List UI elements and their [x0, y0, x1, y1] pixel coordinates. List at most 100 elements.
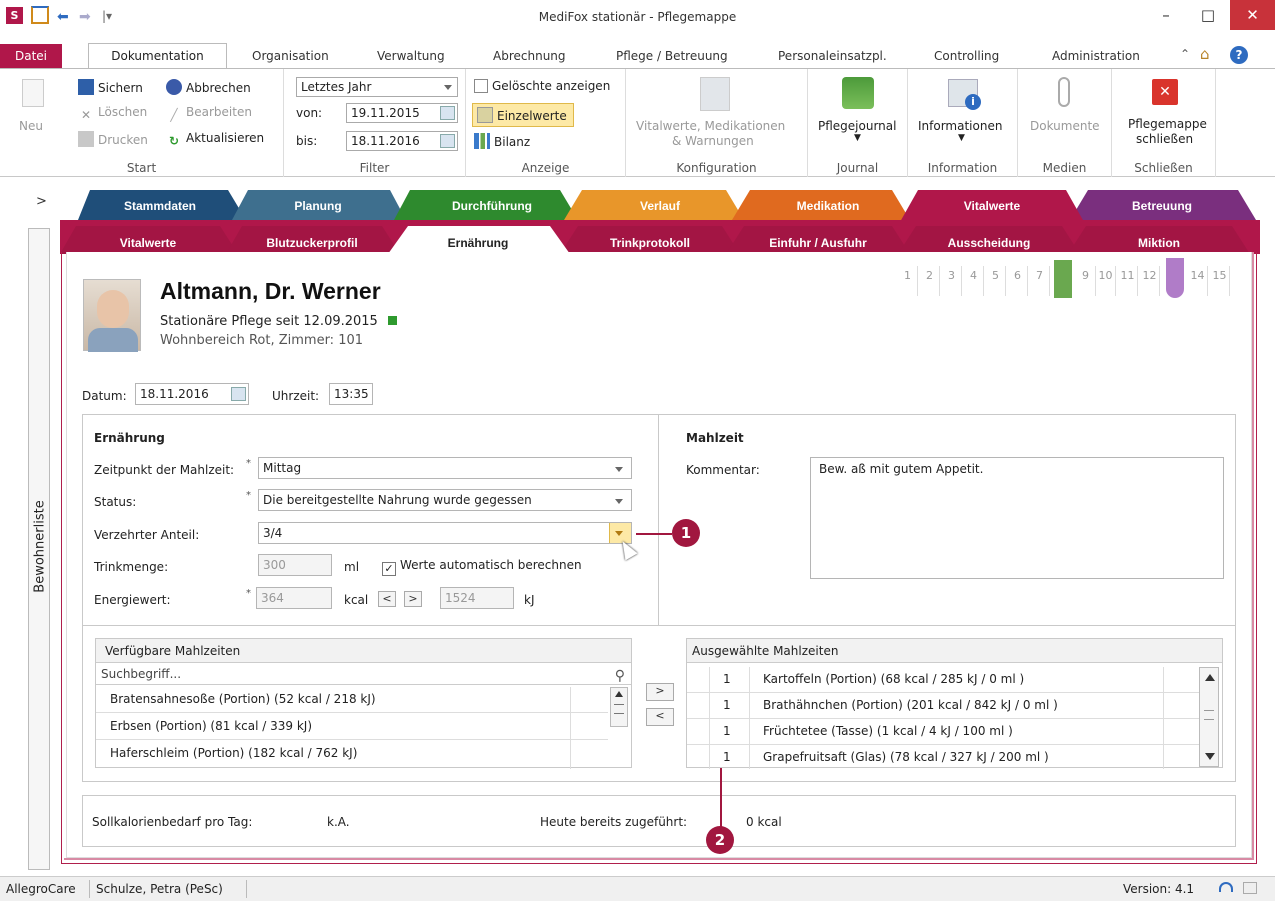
resident-list-panel[interactable]: Bewohnerliste: [28, 228, 50, 870]
delete-button[interactable]: ✕ Löschen: [78, 105, 147, 123]
convert-left-button[interactable]: <: [378, 591, 396, 607]
close-folder-icon[interactable]: ✕: [1152, 79, 1178, 105]
paperclip-icon[interactable]: [1058, 77, 1070, 107]
tab-datei[interactable]: Datei: [0, 44, 62, 68]
page-number[interactable]: 1: [898, 266, 918, 296]
informationen-button[interactable]: Informationen: [918, 119, 1002, 133]
page-marker-green[interactable]: •: [1054, 260, 1072, 298]
collapse-ribbon-icon[interactable]: ⌃: [1180, 47, 1190, 61]
calendar-icon[interactable]: [440, 106, 455, 120]
ml-unit: ml: [344, 560, 360, 574]
save-button[interactable]: Sichern: [78, 79, 143, 95]
tab-pflege-betreuung[interactable]: Pflege / Betreuung: [612, 44, 732, 68]
list-item[interactable]: Bratensahnesoße (Portion) (52 kcal / 218…: [96, 687, 608, 713]
refresh-button[interactable]: ↻ Aktualisieren: [166, 131, 264, 149]
cloud-sync-icon[interactable]: [1219, 882, 1233, 892]
auto-calc-checkbox[interactable]: ✓ Werte automatisch berechnen: [382, 558, 582, 576]
bilanz-toggle[interactable]: Bilanz: [474, 133, 530, 149]
tab-abrechnung[interactable]: Abrechnung: [489, 44, 570, 68]
journal-person-icon[interactable]: [842, 77, 874, 109]
help-icon[interactable]: ?: [1230, 46, 1248, 64]
tab-administration[interactable]: Administration: [1048, 44, 1144, 68]
tab-personaleinsatzplanung[interactable]: Personaleinsatzpl.: [774, 44, 891, 68]
remove-meal-button[interactable]: <: [646, 708, 674, 726]
home-settings-icon[interactable]: ⌂: [1200, 45, 1210, 63]
close-button[interactable]: ✕: [1230, 0, 1275, 30]
scroll-up-icon[interactable]: [615, 691, 623, 697]
period-select[interactable]: Letztes Jahr: [296, 77, 458, 97]
meal-search-input[interactable]: Suchbegriff... ⚲: [96, 663, 631, 685]
list-item[interactable]: Erbsen (Portion) (81 kcal / 339 kJ): [96, 714, 608, 740]
search-icon[interactable]: ⚲: [615, 665, 625, 687]
pflegemappe-schliessen-line2[interactable]: schließen: [1136, 132, 1193, 146]
pflegejournal-button[interactable]: Pflegejournal: [818, 119, 896, 133]
vitals-config-icon[interactable]: [700, 77, 730, 111]
avatar-shirt-icon: [88, 328, 138, 352]
anteil-select[interactable]: 3/4: [258, 522, 632, 544]
page-number[interactable]: 3: [942, 266, 962, 296]
edit-button[interactable]: ╱ Bearbeiten: [166, 105, 252, 123]
status-version: Version: 4.1: [1123, 882, 1195, 896]
chevron-down-icon[interactable]: ▼: [958, 133, 965, 143]
status-select[interactable]: Die bereitgestellte Nahrung wurde gegess…: [258, 489, 632, 511]
vitals-config-warnings[interactable]: & Warnungen: [672, 134, 754, 148]
tab-verwaltung[interactable]: Verwaltung: [373, 44, 449, 68]
energie-kj-input[interactable]: 1524: [440, 587, 514, 609]
scrollbar[interactable]: [1199, 667, 1219, 767]
tab-dokumentation[interactable]: Dokumentation: [88, 43, 227, 69]
new-button[interactable]: Neu: [19, 119, 43, 133]
energie-kcal-input[interactable]: 364: [256, 587, 332, 609]
uhrzeit-input[interactable]: 13:35: [329, 383, 373, 405]
cancel-button[interactable]: Abbrechen: [166, 79, 251, 95]
page-number[interactable]: 14: [1188, 266, 1208, 296]
list-item[interactable]: Haferschleim (Portion) (182 kcal / 762 k…: [96, 741, 608, 767]
page-number[interactable]: 10: [1096, 266, 1116, 296]
minimize-button[interactable]: –: [1144, 0, 1188, 30]
information-icon[interactable]: i: [948, 79, 981, 110]
scroll-thumb-icon[interactable]: [1204, 710, 1214, 720]
calendar-icon[interactable]: [231, 387, 246, 401]
page-number[interactable]: 7: [1030, 266, 1050, 296]
table-row[interactable]: 1 Grapefruitsaft (Glas) (78 kcal / 327 kJ…: [687, 745, 1199, 771]
page-number[interactable]: 12: [1140, 266, 1160, 296]
page-number[interactable]: 11: [1118, 266, 1138, 296]
tab-controlling[interactable]: Controlling: [930, 44, 1003, 68]
status-bar: AllegroCare Schulze, Petra (PeSc) Versio…: [0, 876, 1275, 901]
von-date-input[interactable]: 19.11.2015: [346, 103, 458, 123]
new-document-icon[interactable]: [22, 79, 44, 107]
pflegemappe-schliessen-button[interactable]: Pflegemappe: [1128, 117, 1207, 131]
page-number[interactable]: 6: [1008, 266, 1028, 296]
table-row[interactable]: 1 Kartoffeln (Portion) (68 kcal / 285 kJ …: [687, 667, 1199, 693]
page-number[interactable]: 15: [1210, 266, 1230, 296]
vitals-config-button[interactable]: Vitalwerte, Medikationen: [636, 119, 785, 133]
page-number[interactable]: 4: [964, 266, 984, 296]
show-deleted-checkbox[interactable]: Gelöschte anzeigen: [474, 79, 610, 93]
kommentar-textarea[interactable]: Bew. aß mit gutem Appetit.: [810, 457, 1224, 579]
sidebar-expand-icon[interactable]: >: [36, 194, 47, 209]
page-number[interactable]: 2: [920, 266, 940, 296]
tab-organisation[interactable]: Organisation: [248, 44, 333, 68]
dokumente-button[interactable]: Dokumente: [1030, 119, 1100, 133]
table-row[interactable]: 1 Brathähnchen (Portion) (201 kcal / 842 …: [687, 693, 1199, 719]
maximize-button[interactable]: □: [1186, 0, 1230, 30]
page-number[interactable]: 5: [986, 266, 1006, 296]
add-meal-button[interactable]: >: [646, 683, 674, 701]
table-row[interactable]: 1 Früchtetee (Tasse) (1 kcal / 4 kJ / 100…: [687, 719, 1199, 745]
scroll-down-icon[interactable]: [1205, 753, 1215, 760]
bis-date-input[interactable]: 18.11.2016: [346, 131, 458, 151]
scroll-up-icon[interactable]: [1205, 674, 1215, 681]
convert-right-button[interactable]: >: [404, 591, 422, 607]
chevron-down-icon[interactable]: ▼: [854, 133, 861, 143]
datum-input[interactable]: 18.11.2016: [135, 383, 249, 405]
einzelwerte-toggle[interactable]: Einzelwerte: [472, 103, 574, 127]
trinkmenge-input[interactable]: 300: [258, 554, 332, 576]
page-marker-purple[interactable]: •: [1166, 258, 1184, 298]
calendar-icon[interactable]: [440, 134, 455, 148]
print-button[interactable]: Drucken: [78, 131, 148, 147]
zeitpunkt-select[interactable]: Mittag: [258, 457, 632, 479]
windows-icon[interactable]: [1243, 882, 1257, 894]
scrollbar[interactable]: [610, 687, 628, 727]
scroll-thumb-icon[interactable]: [614, 704, 624, 714]
page-number[interactable]: 9: [1076, 266, 1096, 296]
bis-value: 18.11.2016: [351, 134, 420, 148]
